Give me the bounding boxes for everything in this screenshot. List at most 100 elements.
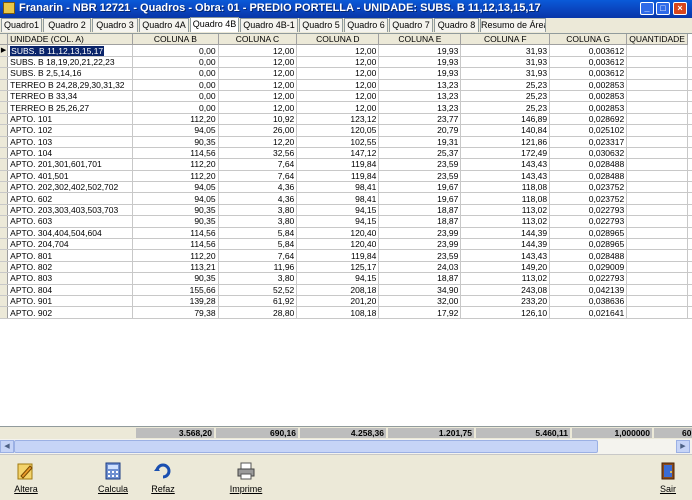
value-cell[interactable]: 3,80 [218,215,298,228]
value-cell[interactable]: 0,028965 [549,238,628,251]
value-cell[interactable]: 233,20 [460,295,551,308]
value-cell[interactable]: 0,023752 [549,181,628,194]
tab-quadro-8[interactable]: Quadro 8 [434,18,479,32]
empty-cell[interactable] [379,318,461,329]
value-cell[interactable] [626,306,688,319]
value-cell[interactable]: 0,028488 [549,170,628,183]
empty-cell[interactable] [133,402,218,412]
unit-cell[interactable]: APTO. 401,501 [7,170,134,183]
value-cell[interactable]: 155,66 [132,284,219,297]
unit-cell[interactable]: APTO. 802 [7,261,134,274]
table-row[interactable]: APTO. 304,404,504,604 114,56 5,84 120,40 23,… [0,227,692,240]
unit-cell[interactable]: TERREO B 33,34 [7,90,134,103]
value-cell[interactable]: 94,15 [296,215,380,228]
empty-cell[interactable] [218,412,297,422]
table-row[interactable]: APTO. 603 90,35 3,80 94,15 18,87 113,02 0,0227… [0,215,692,228]
empty-cell[interactable] [627,318,688,329]
table-row[interactable]: APTO. 401,501 112,20 7,64 119,84 23,59 143,43… [0,170,692,183]
value-cell[interactable] [626,158,688,171]
table-row[interactable] [0,329,692,340]
table-row[interactable] [0,412,692,423]
value-cell[interactable]: 113,02 [460,215,551,228]
tab-quadro-5[interactable]: Quadro 5 [299,18,343,32]
tab-quadro-3[interactable]: Quadro 3 [92,18,138,32]
value-cell[interactable]: 0,00 [132,79,219,91]
value-cell[interactable]: 12,00 [218,79,298,91]
value-cell[interactable]: 12,00 [296,56,380,69]
value-cell[interactable]: 0,003612 [549,44,628,57]
table-row[interactable]: APTO. 203,303,403,503,703 90,35 3,80 94,15 1… [0,204,692,217]
value-cell[interactable]: 90,35 [132,215,219,228]
empty-cell[interactable] [133,360,218,370]
value-cell[interactable]: 94,15 [296,204,380,217]
header-coluna-d[interactable]: COLUNA D [296,34,380,46]
row-indicator[interactable] [0,147,9,160]
value-cell[interactable]: 98,41 [296,181,380,194]
empty-cell[interactable] [133,350,218,360]
empty-cell[interactable] [297,371,379,381]
value-cell[interactable]: 0,00 [132,56,219,69]
value-cell[interactable]: 0,022793 [549,204,628,217]
value-cell[interactable]: 23,59 [378,158,462,171]
empty-cell[interactable] [461,318,550,329]
empty-cell[interactable] [218,402,297,412]
value-cell[interactable] [626,79,688,91]
empty-cell[interactable] [218,329,297,339]
table-row[interactable]: APTO. 201,301,601,701 112,20 7,64 119,84 23,… [0,158,692,171]
value-cell[interactable]: 108,18 [296,306,380,319]
value-cell[interactable]: 25,37 [378,147,462,160]
value-cell[interactable]: 19,67 [378,181,462,194]
empty-cell[interactable] [550,350,627,360]
table-row[interactable]: APTO. 204,704 114,56 5,84 120,40 23,99 144,39… [0,238,692,251]
calcula-button[interactable]: Calcula [91,459,135,497]
value-cell[interactable]: 0,028488 [549,249,628,262]
value-cell[interactable] [626,44,688,57]
value-cell[interactable]: 0,028488 [549,158,628,171]
value-cell[interactable]: 90,35 [132,204,219,217]
value-cell[interactable]: 23,77 [378,113,462,126]
value-cell[interactable]: 0,00 [132,44,219,57]
row-indicator[interactable]: ▶ [0,44,9,57]
row-indicator[interactable] [0,124,9,137]
empty-cell[interactable] [627,371,688,381]
value-cell[interactable]: 102,55 [296,136,380,148]
empty-cell[interactable] [550,402,627,412]
row-indicator[interactable] [0,136,9,148]
value-cell[interactable]: 208,18 [296,284,380,297]
empty-cell[interactable] [133,381,218,391]
empty-cell[interactable] [133,412,218,422]
value-cell[interactable]: 114,56 [132,147,219,160]
value-cell[interactable] [626,284,688,297]
value-cell[interactable]: 26,00 [218,124,298,137]
row-indicator[interactable] [0,215,9,228]
value-cell[interactable]: 143,43 [460,158,551,171]
empty-cell[interactable] [627,340,688,350]
altera-button[interactable]: Altera [4,459,48,497]
empty-cell[interactable] [218,381,297,391]
value-cell[interactable]: 31,93 [460,44,551,57]
horizontal-scrollbar[interactable]: ◀ ▶ [0,439,692,455]
unit-cell[interactable]: APTO. 804 [7,284,134,297]
row-indicator[interactable] [0,204,9,217]
value-cell[interactable] [626,90,688,103]
unit-cell[interactable]: APTO. 603 [7,215,134,228]
value-cell[interactable]: 120,40 [296,227,380,240]
value-cell[interactable]: 0,025102 [549,124,628,137]
empty-cell[interactable] [297,329,379,339]
unit-cell[interactable]: APTO. 204,704 [7,238,134,251]
value-cell[interactable]: 120,05 [296,124,380,137]
table-row[interactable]: APTO. 602 94,05 4,36 98,41 19,67 118,08 0,0237… [0,192,692,205]
row-indicator[interactable] [0,284,9,297]
table-row[interactable]: APTO. 102 94,05 26,00 120,05 20,79 140,84 0,02… [0,124,692,137]
table-row[interactable]: SUBS. B 18,19,20,21,22,23 0,00 12,00 12,00 1… [0,56,692,69]
value-cell[interactable]: 112,20 [132,113,219,126]
tab-quadro1[interactable]: Quadro1 [1,18,42,32]
value-cell[interactable]: 7,64 [218,249,298,262]
unit-cell[interactable]: APTO. 203,303,403,503,703 [7,204,134,217]
empty-cell[interactable] [297,350,379,360]
row-indicator[interactable] [0,360,8,371]
unit-cell[interactable]: APTO. 104 [7,147,134,160]
table-row[interactable] [0,381,692,392]
value-cell[interactable]: 13,23 [378,90,462,103]
row-indicator[interactable] [0,79,9,91]
